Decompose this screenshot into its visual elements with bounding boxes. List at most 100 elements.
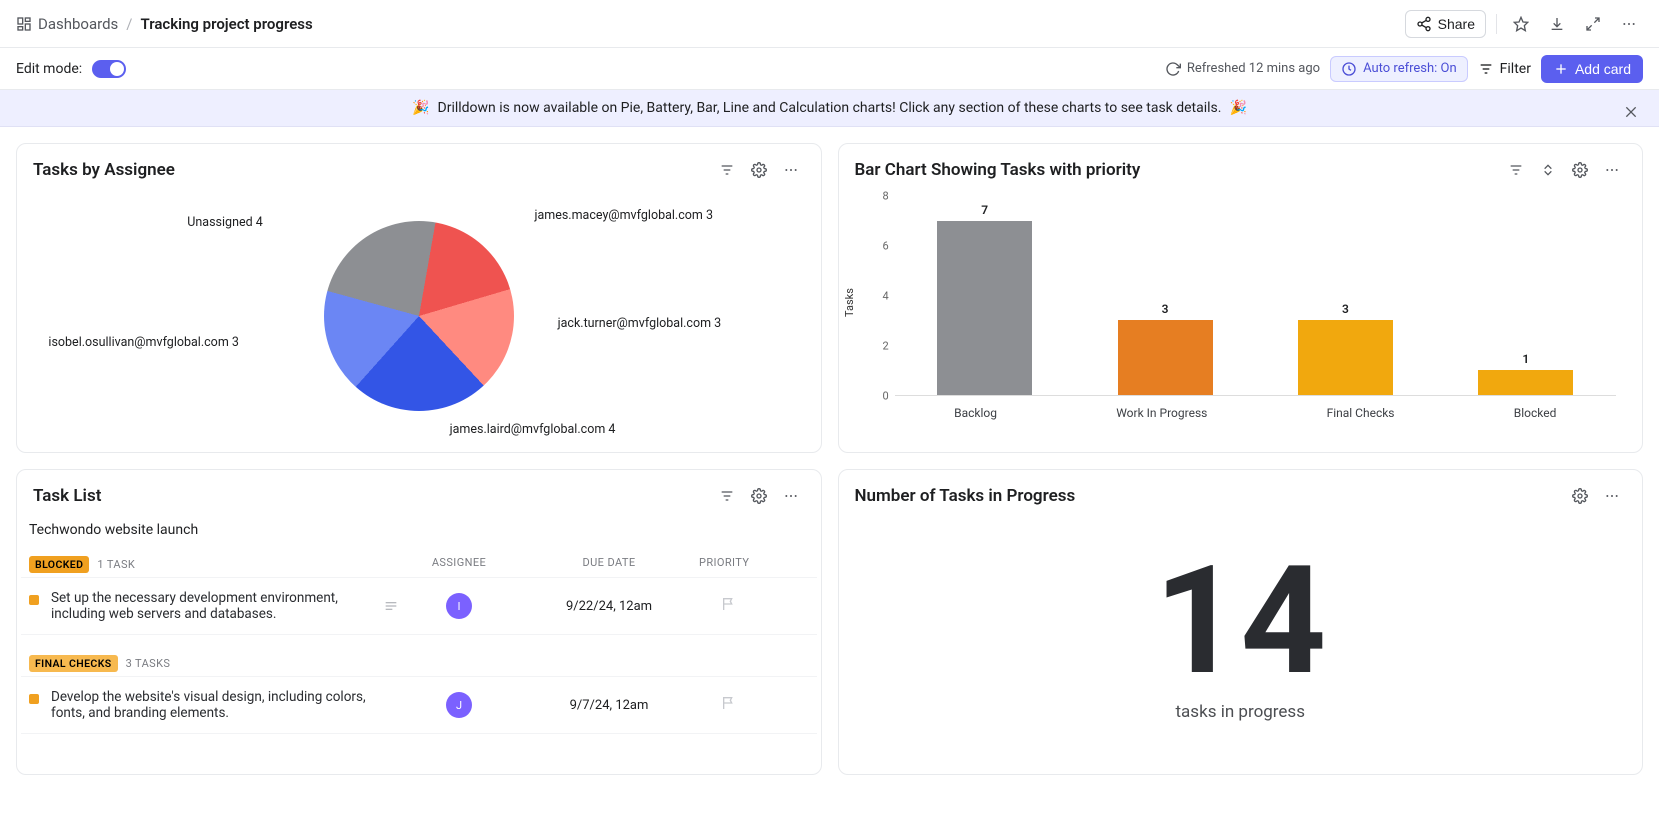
gear-icon (1572, 162, 1588, 178)
party-icon: 🎉 (412, 100, 429, 116)
pie-slice-label: Unassigned 4 (187, 215, 262, 230)
card-tasks-priority: Bar Chart Showing Tasks with priority Ta… (838, 143, 1644, 453)
bar-category-label: Blocked (1514, 406, 1557, 420)
bar-category-label: Backlog (954, 406, 997, 420)
breadcrumb-root[interactable]: Dashboards (16, 15, 118, 33)
y-tick: 0 (883, 390, 889, 403)
card-settings-button[interactable] (745, 482, 773, 510)
description-icon (383, 598, 399, 614)
ellipsis-icon (1621, 16, 1637, 32)
task-group-header-final[interactable]: FINAL CHECKS 3 TASKS (21, 651, 817, 676)
card-more-button[interactable] (777, 156, 805, 184)
card-tasks-in-progress: Number of Tasks in Progress 14 tasks in … (838, 469, 1644, 775)
download-button[interactable] (1543, 10, 1571, 38)
bar[interactable]: 3 (1118, 320, 1213, 395)
pie-slice-label: james.laird@mvfglobal.com 4 (450, 422, 616, 437)
plus-icon (1553, 61, 1569, 77)
filter-label: Filter (1500, 61, 1531, 77)
bar-chart[interactable]: Tasks 02468 7331 BacklogWork In Progress… (855, 196, 1627, 436)
auto-refresh-label: Auto refresh: On (1363, 61, 1457, 76)
top-actions: Share (1405, 10, 1643, 38)
bar[interactable]: 3 (1298, 320, 1393, 395)
flag-icon (721, 596, 737, 612)
gear-icon (751, 488, 767, 504)
pie-chart[interactable]: james.macey@mvfglobal.com 3 jack.turner@m… (33, 196, 805, 436)
page-title[interactable]: Tracking project progress (141, 15, 313, 33)
filter-icon (719, 488, 735, 504)
table-row[interactable]: Develop the website's visual design, inc… (21, 676, 817, 734)
due-date: 9/22/24, 12am (519, 599, 699, 614)
bar-category-label: Final Checks (1327, 406, 1395, 420)
more-button[interactable] (1615, 10, 1643, 38)
card-more-button[interactable] (1598, 156, 1626, 184)
status-badge-blocked: BLOCKED (29, 556, 89, 573)
card-more-button[interactable] (777, 482, 805, 510)
y-tick: 8 (883, 190, 889, 203)
refreshed-status[interactable]: Refreshed 12 mins ago (1165, 61, 1320, 77)
priority-flag[interactable] (699, 596, 759, 616)
avatar[interactable]: I (446, 593, 472, 619)
filter-icon (1478, 61, 1494, 77)
bar-category-label: Work In Progress (1116, 406, 1207, 420)
pie-slice-label: jack.turner@mvfglobal.com 3 (558, 316, 722, 331)
ellipsis-icon (1604, 488, 1620, 504)
card-filter-button[interactable] (1502, 156, 1530, 184)
share-button[interactable]: Share (1405, 10, 1486, 38)
ellipsis-icon (783, 162, 799, 178)
col-priority: PRIORITY (699, 556, 759, 573)
card-settings-button[interactable] (1566, 156, 1594, 184)
close-icon (1623, 104, 1639, 120)
add-card-label: Add card (1575, 61, 1631, 77)
fullscreen-button[interactable] (1579, 10, 1607, 38)
ellipsis-icon (1604, 162, 1620, 178)
refreshed-text: Refreshed 12 mins ago (1187, 61, 1320, 76)
share-icon (1416, 16, 1432, 32)
card-settings-button[interactable] (1566, 482, 1594, 510)
priority-flag[interactable] (699, 695, 759, 715)
card-title: Task List (33, 486, 101, 506)
task-group-header-blocked[interactable]: BLOCKED 1 TASK ASSIGNEE DUE DATE PRIORIT… (21, 552, 817, 577)
bar-value-label: 7 (937, 203, 1032, 217)
task-name: Set up the necessary development environ… (51, 590, 375, 622)
edit-mode-toggle[interactable] (92, 60, 126, 78)
card-filter-button[interactable] (713, 482, 741, 510)
auto-refresh-pill[interactable]: Auto refresh: On (1330, 56, 1468, 82)
bar-value-label: 1 (1478, 352, 1573, 366)
card-more-button[interactable] (1598, 482, 1626, 510)
avatar[interactable]: J (446, 692, 472, 718)
status-square-icon (29, 595, 39, 605)
breadcrumb-root-label: Dashboards (38, 15, 118, 33)
filter-button[interactable]: Filter (1478, 61, 1531, 77)
card-title: Tasks by Assignee (33, 160, 175, 180)
download-icon (1549, 16, 1565, 32)
clock-icon (1341, 61, 1357, 77)
card-settings-button[interactable] (745, 156, 773, 184)
project-name[interactable]: Techwondo website launch (21, 514, 817, 552)
dashboard-icon (16, 16, 32, 32)
task-list-scroll[interactable]: Techwondo website launch BLOCKED 1 TASK … (17, 514, 821, 774)
add-card-button[interactable]: Add card (1541, 55, 1643, 83)
banner-close-button[interactable] (1617, 98, 1645, 126)
expand-icon (1585, 16, 1601, 32)
status-square-icon (29, 694, 39, 704)
flag-icon (721, 695, 737, 711)
card-title: Number of Tasks in Progress (855, 486, 1076, 506)
pie-slice-label: james.macey@mvfglobal.com 3 (534, 208, 713, 223)
favorite-button[interactable] (1507, 10, 1535, 38)
edit-bar: Edit mode: Refreshed 12 mins ago Auto re… (0, 48, 1659, 90)
y-tick: 6 (883, 240, 889, 253)
card-title: Bar Chart Showing Tasks with priority (855, 160, 1141, 180)
pie-slice-label: isobel.osullivan@mvfglobal.com 3 (48, 335, 238, 350)
card-task-list: Task List Techwondo website launch BLOCK… (16, 469, 822, 775)
y-tick: 2 (883, 340, 889, 353)
bar[interactable]: 1 (1478, 370, 1573, 395)
filter-icon (1508, 162, 1524, 178)
due-date: 9/7/24, 12am (519, 698, 699, 713)
card-sort-button[interactable] (1534, 156, 1562, 184)
sort-icon (1540, 162, 1556, 178)
bar[interactable]: 7 (937, 221, 1032, 395)
card-filter-button[interactable] (713, 156, 741, 184)
edit-bar-right: Refreshed 12 mins ago Auto refresh: On F… (1165, 55, 1643, 83)
big-number: 14 tasks in progress (839, 514, 1643, 754)
table-row[interactable]: Set up the necessary development environ… (21, 577, 817, 635)
